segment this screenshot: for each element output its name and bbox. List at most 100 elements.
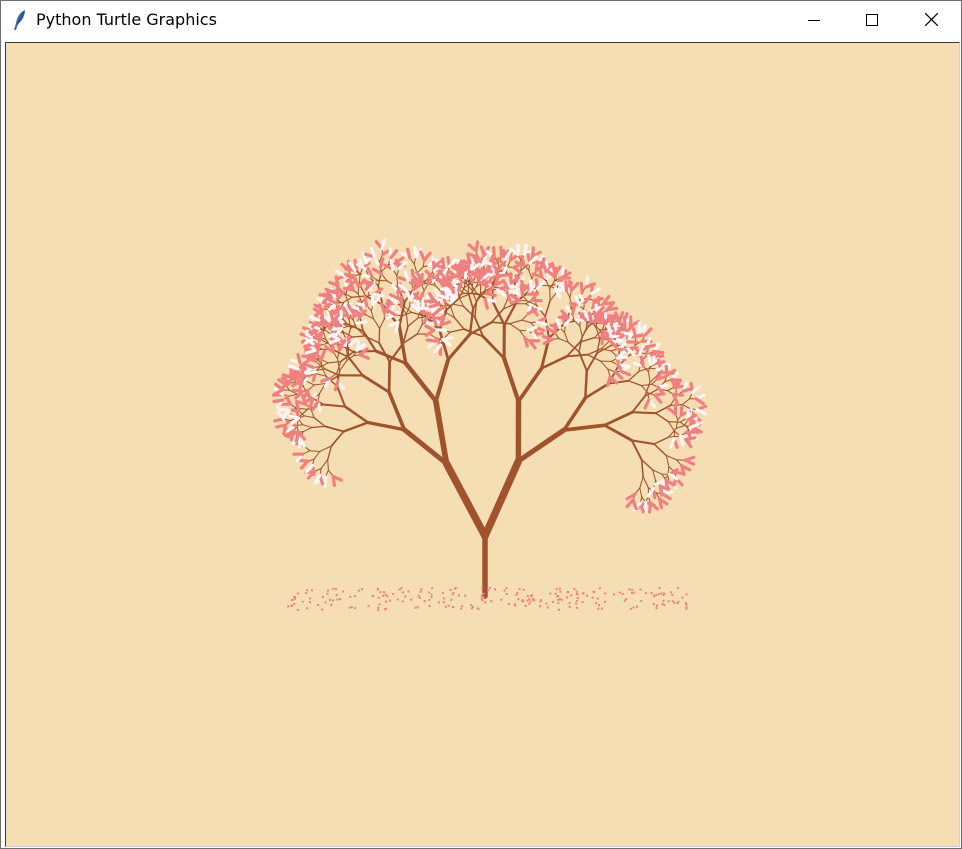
fallen-petal	[430, 596, 433, 599]
fallen-petal	[293, 603, 296, 606]
fallen-petal	[450, 598, 453, 601]
blossom	[579, 281, 584, 294]
fallen-petal	[452, 606, 454, 608]
fallen-petal	[639, 588, 642, 591]
fallen-petal	[500, 598, 503, 601]
fallen-petal	[573, 588, 576, 590]
fallen-petal	[470, 607, 473, 610]
turtle-canvas[interactable]	[5, 42, 960, 847]
blossom	[409, 281, 422, 287]
fallen-petal	[354, 595, 357, 598]
fallen-petal	[575, 590, 578, 593]
app-window: Python Turtle Graphics	[0, 0, 962, 849]
fallen-petal	[480, 594, 483, 597]
blossom	[446, 292, 459, 298]
blossom	[616, 347, 629, 353]
fallen-petal	[671, 593, 674, 596]
fallen-petal	[354, 607, 357, 610]
maximize-icon	[866, 11, 878, 30]
fallen-petal	[484, 601, 487, 604]
close-button[interactable]	[902, 1, 960, 39]
fallen-petal	[670, 591, 673, 594]
blossom	[378, 257, 385, 270]
blossom	[300, 365, 305, 378]
blossom	[318, 293, 331, 298]
fallen-petal	[336, 598, 339, 601]
blossom	[389, 258, 395, 271]
fallen-petal	[349, 595, 352, 598]
minimize-button[interactable]	[785, 1, 843, 39]
fallen-petal	[618, 591, 621, 594]
feather-icon	[11, 9, 29, 31]
fallen-petal	[309, 597, 312, 600]
fallen-petal	[505, 587, 508, 590]
fallen-petal	[367, 604, 370, 607]
branch	[358, 274, 361, 285]
fallen-petal	[328, 598, 331, 601]
fallen-petal	[417, 594, 420, 597]
fallen-petal	[684, 602, 687, 605]
fallen-petal	[407, 590, 410, 593]
fallen-petal	[631, 592, 633, 595]
blossom	[297, 458, 310, 463]
fallen-petal	[335, 588, 338, 591]
fallen-petal	[521, 600, 524, 603]
fallen-petal	[291, 599, 294, 601]
blossom	[288, 414, 300, 420]
fallen-petal	[591, 596, 594, 599]
blossom	[480, 280, 493, 285]
fallen-petal	[514, 604, 517, 607]
fallen-petal	[660, 592, 663, 595]
fallen-petal	[518, 588, 521, 591]
fallen-petal	[581, 601, 584, 604]
blossom	[519, 284, 525, 297]
fallen-petal	[545, 602, 548, 605]
fallen-petal	[549, 592, 552, 595]
blossom	[363, 295, 369, 308]
blossom	[441, 257, 446, 270]
maximize-button[interactable]	[843, 1, 901, 39]
fallen-petal	[357, 589, 360, 592]
fallen-petal	[528, 598, 531, 601]
fallen-petal	[559, 598, 561, 601]
fallen-petal	[546, 606, 549, 609]
fallen-petal	[575, 599, 578, 602]
fallen-petal	[482, 592, 485, 595]
fallen-petal	[576, 606, 578, 609]
fallen-petal	[428, 599, 431, 601]
fallen-petal	[400, 587, 403, 590]
fallen-petal	[423, 600, 426, 603]
fallen-petal	[385, 600, 387, 603]
fallen-petal	[575, 593, 578, 596]
fallen-petal	[379, 591, 382, 594]
blossom	[419, 310, 432, 316]
fallen-petal	[628, 588, 631, 591]
blossom	[491, 254, 496, 267]
fallen-petal	[327, 589, 329, 592]
fallen-petal	[655, 604, 658, 607]
blossom	[673, 470, 686, 476]
fallen-petal	[529, 600, 532, 603]
fallen-petal	[658, 587, 661, 590]
blossom	[564, 280, 569, 293]
fallen-petal	[481, 587, 484, 590]
fallen-petal	[539, 605, 541, 608]
fallen-petal	[339, 598, 342, 601]
blossom	[272, 398, 285, 404]
fallen-petal	[384, 593, 387, 596]
fallen-petal	[623, 599, 626, 602]
blossom	[606, 306, 619, 312]
fallen-petal	[444, 605, 447, 608]
branch	[631, 411, 657, 415]
blossom	[570, 303, 577, 316]
branch	[667, 421, 681, 423]
fallen-petal	[322, 595, 324, 598]
blossom	[607, 324, 613, 337]
title-bar[interactable]: Python Turtle Graphics	[1, 1, 961, 39]
fallen-petal	[517, 598, 520, 601]
fallen-petal	[402, 591, 405, 594]
fallen-petal	[442, 591, 444, 594]
fallen-petal	[420, 588, 423, 591]
blossom	[484, 291, 497, 298]
fallen-petal	[601, 607, 603, 610]
